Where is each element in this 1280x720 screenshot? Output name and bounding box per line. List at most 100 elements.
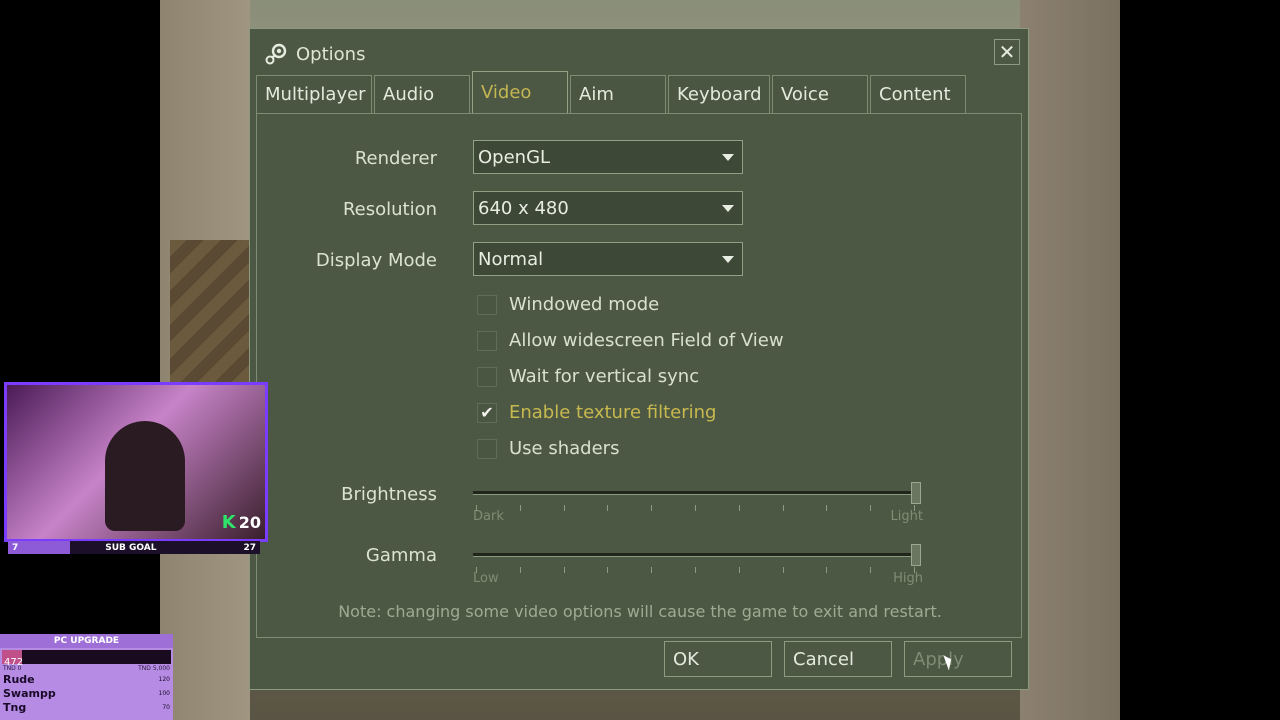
checkbox-widescreen-fov[interactable]: Allow widescreen Field of View [477,330,784,351]
slider-low-label: Dark [473,509,504,524]
kick-icon: K [221,512,236,533]
display-mode-value: Normal [478,248,544,270]
slider-tick [563,567,565,573]
renderer-value: OpenGL [478,146,551,168]
pc-upgrade-range: TND 0 TND 5,000 [0,664,173,673]
slider-thumb[interactable] [911,482,921,504]
slider-tick [782,505,784,511]
checkbox-box[interactable] [477,438,497,459]
apply-button[interactable]: Apply [904,641,1012,677]
checkmark-icon: ✔ [480,403,494,422]
slider-tick [826,505,828,511]
video-panel: Renderer OpenGL Resolution 640 x 480 Dis… [256,113,1022,638]
display-mode-select[interactable]: Normal [473,242,743,276]
options-dialog: Options ✕ Multiplayer Audio Video Aim Ke… [249,28,1029,690]
slider-tick [738,505,740,511]
checkbox-box[interactable]: ✔ [477,402,497,423]
tab-video[interactable]: Video [472,71,568,113]
slider-tick [914,505,915,511]
sub-goal-label: SUB GOAL [105,542,157,553]
leader-name: Swampp [3,687,56,700]
chevron-down-icon [722,256,734,263]
tab-content[interactable]: Content [870,75,966,113]
kick-follower-badge: K 20 [222,512,261,533]
tab-bar: Multiplayer Audio Video Aim Keyboard Voi… [256,71,966,115]
streamer-silhouette [105,421,185,531]
slider-high-label: Light [890,509,923,524]
leader-name: Rude [3,673,35,686]
sub-goal-current: 7 [12,542,19,553]
range-high: TND 5,000 [138,665,170,672]
tab-multiplayer[interactable]: Multiplayer [256,75,372,113]
checkbox-use-shaders[interactable]: Use shaders [477,438,619,459]
chevron-down-icon [722,154,734,161]
slider-tick [695,567,696,573]
slider-thumb[interactable] [911,544,921,566]
leader-amount: 100 [158,690,170,697]
dialog-title: Options [296,43,366,65]
webcam-overlay: K 20 [4,382,268,542]
game-wall-right [1020,0,1120,720]
brightness-slider[interactable]: Dark Light [473,482,923,525]
leader-row: Swampp 100 [0,687,173,701]
slider-tick [607,567,609,573]
leader-name: Tng [3,701,27,714]
dialog-title-bar: Options [264,41,365,67]
checkbox-texture-filtering[interactable]: ✔ Enable texture filtering [477,402,716,423]
slider-tick [476,505,477,511]
ok-button[interactable]: OK [664,641,772,677]
tab-aim[interactable]: Aim [570,75,666,113]
checkbox-label: Wait for vertical sync [509,366,700,387]
slider-tick [782,567,784,573]
slider-tick [519,505,521,511]
slider-track [473,553,921,557]
renderer-select[interactable]: OpenGL [473,140,743,174]
slider-tick [563,505,565,511]
sub-goal-target: 27 [243,542,256,553]
checkbox-label: Windowed mode [509,294,660,315]
renderer-label: Renderer [354,148,437,169]
leader-amount: 120 [158,676,170,683]
display-mode-label: Display Mode [315,250,437,271]
close-icon: ✕ [998,40,1016,64]
gamma-label: Gamma [365,545,437,566]
chevron-down-icon [722,205,734,212]
slider-low-label: Low [473,571,499,586]
slider-tick [914,567,915,573]
slider-tick [870,567,872,573]
slider-track [473,491,921,495]
checkbox-vertical-sync[interactable]: Wait for vertical sync [477,366,699,387]
pc-upgrade-widget: PC UPGRADE 472 TND 0 TND 5,000 Rude 120 S… [0,634,173,720]
leader-row: Rude 120 [0,673,173,687]
slider-tick [476,567,477,573]
restart-note: Note: changing some video options will c… [338,602,942,621]
slider-tick [607,505,609,511]
checkbox-label: Allow widescreen Field of View [509,330,784,351]
close-button[interactable]: ✕ [994,39,1020,65]
slider-tick [738,567,740,573]
tab-voice[interactable]: Voice [772,75,868,113]
pc-upgrade-title: PC UPGRADE [0,634,173,648]
gamma-slider[interactable]: Low High [473,544,923,587]
game-crate [170,240,250,390]
slider-tick [651,567,653,573]
tab-keyboard[interactable]: Keyboard [668,75,770,113]
resolution-value: 640 x 480 [478,197,569,219]
steam-icon [265,43,287,65]
slider-high-label: High [893,571,923,586]
slider-tick [651,505,653,511]
sub-goal-bar: 7 SUB GOAL 27 [8,541,260,554]
checkbox-windowed-mode[interactable]: Windowed mode [477,294,659,315]
checkbox-label: Enable texture filtering [509,402,717,423]
slider-tick [826,567,828,573]
checkbox-box[interactable] [477,366,497,387]
slider-tick [519,567,521,573]
tab-audio[interactable]: Audio [374,75,470,113]
checkbox-label: Use shaders [509,438,620,459]
slider-tick [695,505,696,511]
slider-tick [870,505,872,511]
resolution-select[interactable]: 640 x 480 [473,191,743,225]
checkbox-box[interactable] [477,330,497,351]
cancel-button[interactable]: Cancel [784,641,892,677]
checkbox-box[interactable] [477,294,497,315]
